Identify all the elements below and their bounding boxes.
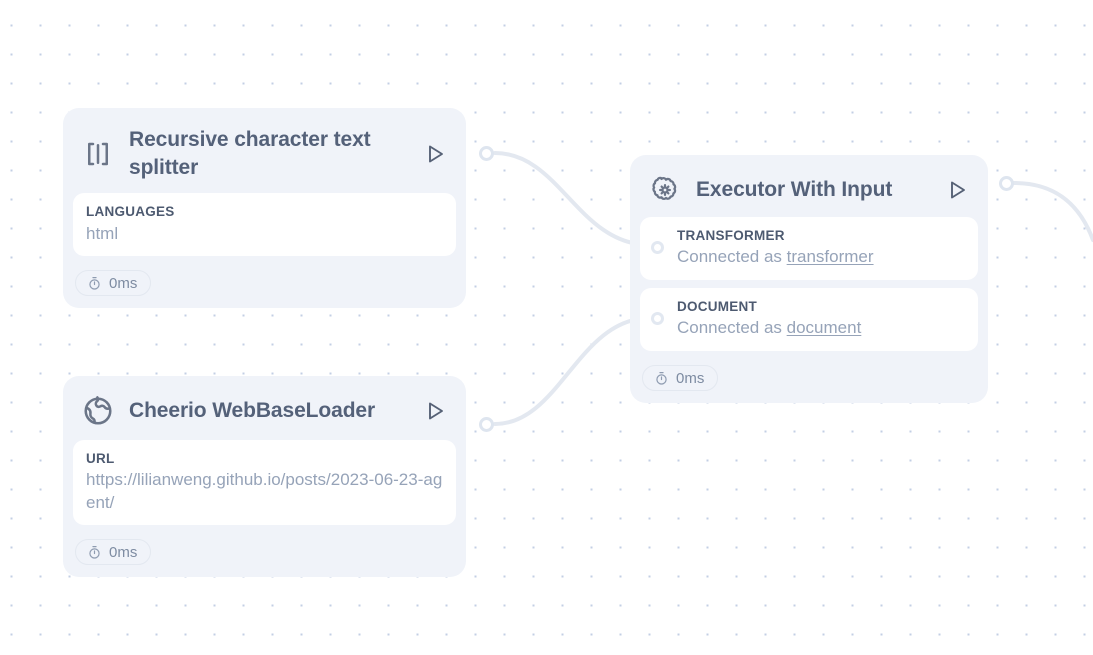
execution-time-badge: 0ms	[75, 270, 152, 297]
run-node-button[interactable]	[420, 396, 450, 426]
field-document[interactable]: DOCUMENT Connected as document	[640, 288, 978, 352]
node-footer: 0ms	[63, 264, 466, 308]
output-handle-executor[interactable]	[999, 176, 1014, 191]
node-footer: 0ms	[63, 533, 466, 577]
node-header: Recursive character text splitter	[63, 108, 466, 193]
field-value: html	[86, 223, 119, 243]
node-fields: LANGUAGES html	[63, 193, 466, 257]
input-handle-transformer[interactable]	[651, 241, 664, 255]
field-label: DOCUMENT	[677, 299, 757, 315]
input-handle-document[interactable]	[651, 312, 664, 326]
field-label: TRANSFORMER	[677, 228, 785, 243]
edge-executor-output	[1012, 181, 1093, 242]
run-node-button[interactable]	[420, 139, 450, 169]
connected-prefix: Connected as	[677, 318, 787, 338]
field-transformer[interactable]: TRANSFORMER Connected as transformer	[640, 217, 978, 281]
field-value: https://lilianweng.github.io/posts/2023-…	[86, 470, 443, 512]
node-executor-with-input[interactable]: Executor With Input TRANSFORMER Connecte…	[630, 155, 988, 404]
stopwatch-icon	[86, 275, 102, 291]
flow-canvas[interactable]: Recursive character text splitter LANGUA…	[0, 0, 1093, 655]
stopwatch-icon	[653, 370, 669, 386]
field-value: Connected as transformer	[677, 246, 965, 269]
connected-target[interactable]: transformer	[787, 247, 874, 266]
field-url[interactable]: URL https://lilianweng.github.io/posts/2…	[73, 440, 456, 526]
globe-icon	[81, 394, 115, 428]
node-title: Executor With Input	[696, 178, 893, 202]
stopwatch-icon	[86, 544, 102, 560]
text-split-icon	[81, 137, 115, 171]
run-node-button[interactable]	[942, 175, 972, 205]
field-label: LANGUAGES	[86, 204, 175, 220]
execution-time-value: 0ms	[109, 274, 138, 292]
execution-time-badge: 0ms	[75, 539, 152, 566]
node-header: Cheerio WebBaseLoader	[63, 376, 466, 440]
field-languages[interactable]: LANGUAGES html	[73, 193, 456, 257]
edge-splitter-to-transformer	[493, 151, 652, 247]
node-fields: URL https://lilianweng.github.io/posts/2…	[63, 440, 466, 526]
node-footer: 0ms	[630, 359, 988, 403]
field-label: URL	[86, 451, 115, 466]
field-value: Connected as document	[677, 317, 965, 340]
execution-time-value: 0ms	[109, 543, 138, 561]
node-recursive-character-text-splitter[interactable]: Recursive character text splitter LANGUA…	[63, 108, 466, 309]
connected-prefix: Connected as	[677, 247, 787, 267]
brain-cog-icon	[648, 173, 682, 207]
connected-target[interactable]: document	[787, 318, 862, 337]
node-header: Executor With Input	[630, 155, 988, 217]
output-handle-splitter[interactable]	[479, 146, 494, 161]
execution-time-badge: 0ms	[642, 365, 719, 392]
node-fields: TRANSFORMER Connected as transformer DOC…	[630, 217, 988, 352]
execution-time-value: 0ms	[676, 369, 705, 387]
output-handle-loader[interactable]	[479, 417, 494, 432]
edge-loader-to-document	[493, 316, 652, 426]
node-title: Recursive character text splitter	[129, 128, 371, 179]
node-cheerio-webbaseloader[interactable]: Cheerio WebBaseLoader URL https://lilian…	[63, 376, 466, 578]
node-title: Cheerio WebBaseLoader	[129, 399, 376, 423]
